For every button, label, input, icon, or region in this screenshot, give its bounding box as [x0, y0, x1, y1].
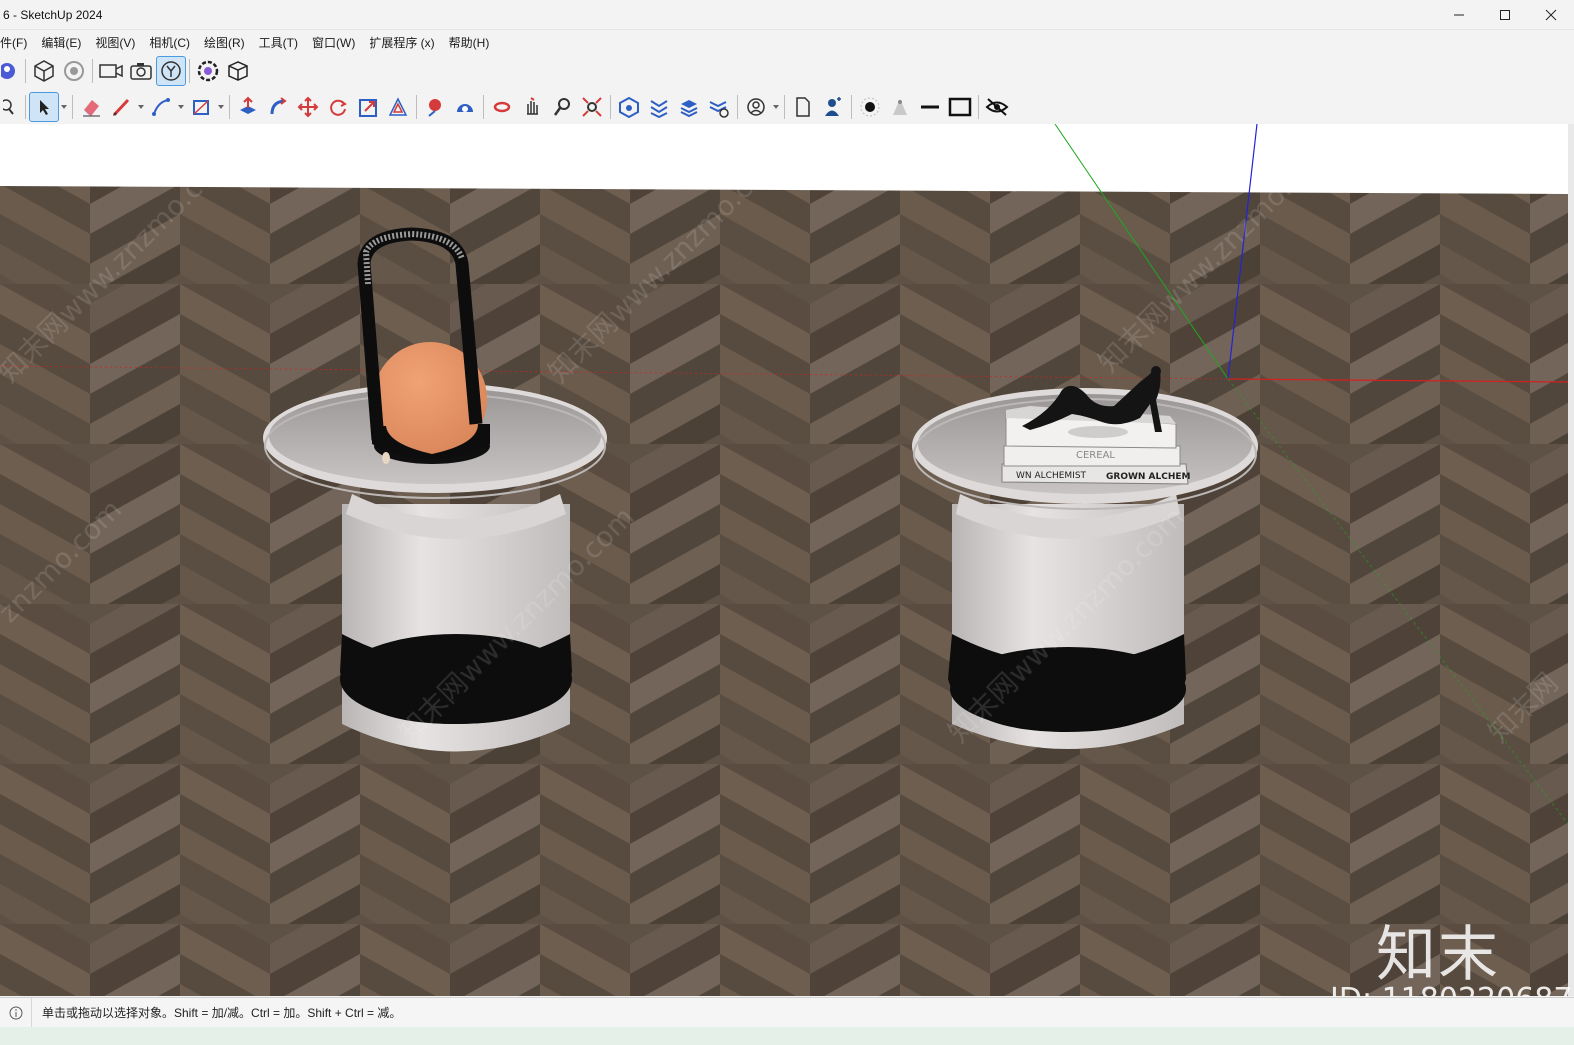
menu-tools[interactable]: 工具(T): [252, 34, 305, 51]
offset-icon[interactable]: [383, 92, 413, 122]
toolbar-separator: [737, 95, 738, 119]
scale-icon[interactable]: [353, 92, 383, 122]
toolbar-separator: [851, 95, 852, 119]
stack-icon[interactable]: [674, 92, 704, 122]
push-pull-icon[interactable]: [233, 92, 263, 122]
profile-user-icon[interactable]: [741, 92, 771, 122]
pencil-icon[interactable]: [106, 92, 136, 122]
menu-window[interactable]: 窗口(W): [305, 34, 362, 51]
line-dropdown-icon[interactable]: [176, 92, 186, 122]
watermark-logo: 知末: [1376, 920, 1500, 990]
book-title-top: CEREAL: [1076, 450, 1115, 461]
taskbar-strip: [0, 1027, 1574, 1045]
zoom-lens-icon[interactable]: [547, 92, 577, 122]
package-icon[interactable]: [223, 56, 253, 86]
toolbar-separator: [784, 95, 785, 119]
select-dropdown-icon[interactable]: [59, 92, 69, 122]
menu-file[interactable]: 件(F): [0, 34, 34, 51]
title-bar: 6 - SketchUp 2024: [0, 0, 1574, 30]
line-dash-icon[interactable]: [915, 92, 945, 122]
hidden-eye-icon[interactable]: [982, 92, 1012, 122]
eraser-icon[interactable]: [76, 92, 106, 122]
cone-icon[interactable]: [885, 92, 915, 122]
zoom-extents-icon[interactable]: [577, 92, 607, 122]
move-icon[interactable]: [293, 92, 323, 122]
toolbar-separator: [72, 95, 73, 119]
camera-video-icon[interactable]: [96, 56, 126, 86]
toolbar-separator: [92, 59, 93, 83]
toolbar-separator: [229, 95, 230, 119]
menu-camera[interactable]: 相机(C): [142, 34, 197, 51]
layers-icon[interactable]: [644, 92, 674, 122]
settings-stack-icon[interactable]: [704, 92, 734, 122]
square-icon[interactable]: [945, 92, 975, 122]
rotate-icon[interactable]: [323, 92, 353, 122]
toolbar-top: [0, 54, 260, 88]
toolbar-main: [0, 90, 1086, 124]
pan-icon[interactable]: [517, 92, 547, 122]
pencil-dropdown-icon[interactable]: [136, 92, 146, 122]
book-title-left: WN ALCHEMIST: [1016, 471, 1087, 481]
viewport-scroll-edge: [1568, 124, 1574, 996]
status-bar: 单击或拖动以选择对象。Shift = 加/减。Ctrl = 加。Shift + …: [0, 997, 1574, 1028]
camera-icon[interactable]: [126, 56, 156, 86]
y-axis-icon[interactable]: [156, 56, 186, 86]
scene-canvas: WN ALCHEMIST GROWN ALCHEM CEREAL 知末网www.…: [0, 124, 1568, 996]
minimize-icon[interactable]: [1436, 0, 1482, 30]
rectangle-icon[interactable]: [186, 92, 216, 122]
herringbone-floor: [0, 186, 1568, 996]
toolbar-separator: [610, 95, 611, 119]
zoom-icon[interactable]: [0, 92, 22, 122]
menu-help[interactable]: 帮助(H): [442, 34, 497, 51]
menu-draw[interactable]: 绘图(R): [197, 34, 252, 51]
toolbar-separator: [25, 59, 26, 83]
status-message: 单击或拖动以选择对象。Shift = 加/减。Ctrl = 加。Shift + …: [42, 1006, 402, 1020]
profile-icon[interactable]: [0, 56, 22, 86]
toolbar-separator: [416, 95, 417, 119]
window-controls: [1436, 0, 1574, 30]
close-icon[interactable]: [1528, 0, 1574, 30]
dot-icon[interactable]: [855, 92, 885, 122]
menu-edit[interactable]: 编辑(E): [34, 34, 88, 51]
line-icon[interactable]: [146, 92, 176, 122]
menu-extensions[interactable]: 扩展程序 (x): [362, 34, 441, 51]
menu-bar: 件(F) 编辑(E) 视图(V) 相机(C) 绘图(R) 工具(T) 窗口(W)…: [0, 31, 1574, 53]
window-title: 6 - SketchUp 2024: [3, 7, 103, 22]
model-viewport[interactable]: WN ALCHEMIST GROWN ALCHEM CEREAL 知末网www.…: [0, 124, 1568, 996]
document-icon[interactable]: [788, 92, 818, 122]
toolbar-separator: [25, 95, 26, 119]
info-icon[interactable]: [0, 997, 32, 1028]
toolbar-separator: [189, 59, 190, 83]
protractor-icon[interactable]: [450, 92, 480, 122]
toolbar-separator: [978, 95, 979, 119]
rectangle-dropdown-icon[interactable]: [216, 92, 226, 122]
menu-view[interactable]: 视图(V): [88, 34, 142, 51]
tape-measure-icon[interactable]: [420, 92, 450, 122]
gear-shape-icon[interactable]: [193, 56, 223, 86]
select-arrow-icon[interactable]: [29, 92, 59, 122]
person-icon[interactable]: [818, 92, 848, 122]
book-title-right: GROWN ALCHEM: [1106, 472, 1191, 482]
component-box-icon[interactable]: [29, 56, 59, 86]
follow-me-icon[interactable]: [263, 92, 293, 122]
toolbar-separator: [483, 95, 484, 119]
section-icon[interactable]: [614, 92, 644, 122]
profile-dropdown-icon[interactable]: [771, 92, 781, 122]
orbit-icon[interactable]: [487, 92, 517, 122]
target-icon[interactable]: [59, 56, 89, 86]
maximize-icon[interactable]: [1482, 0, 1528, 30]
